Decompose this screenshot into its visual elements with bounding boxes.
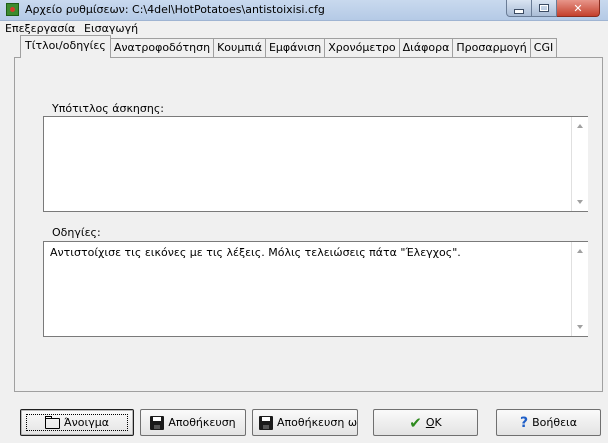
open-button[interactable]: Άνοιγμα	[20, 409, 134, 436]
tab-timer[interactable]: Χρονόμετρο	[325, 38, 400, 57]
tab-buttons[interactable]: Κουμπιά	[214, 38, 266, 57]
subtitle-label: Υπότιτλος άσκησης:	[52, 102, 165, 115]
menu-edit[interactable]: Επεξεργασία	[5, 22, 75, 35]
save-button[interactable]: Αποθήκευση	[140, 409, 246, 436]
tab-appearance[interactable]: Εμφάνιση	[265, 38, 326, 57]
window-controls: ✕	[506, 0, 600, 17]
save-button-label: Αποθήκευση	[168, 416, 236, 429]
tab-titles-instructions[interactable]: Τίτλοι/οδηγίες	[20, 35, 111, 58]
open-button-label: Άνοιγμα	[64, 416, 109, 429]
close-icon: ✕	[573, 1, 583, 15]
instructions-scrollbar[interactable]	[571, 242, 588, 336]
maximize-button[interactable]	[532, 0, 557, 17]
subtitle-textarea[interactable]	[43, 116, 588, 212]
help-button-label: Βοήθεια	[532, 416, 578, 429]
scroll-up-icon[interactable]	[577, 249, 583, 253]
minimize-button[interactable]	[506, 0, 532, 17]
tab-customize[interactable]: Προσαρμογή	[453, 38, 531, 57]
title-bar[interactable]: Αρχείο ρυθμίσεων: C:\4del\HotPotatoes\an…	[0, 0, 608, 21]
menu-insert[interactable]: Εισαγωγή	[84, 22, 138, 35]
tab-cgi[interactable]: CGI	[530, 38, 558, 57]
scroll-down-icon[interactable]	[577, 200, 583, 204]
ok-button[interactable]: ✔ OK	[373, 409, 478, 436]
maximize-icon	[539, 4, 549, 12]
save-as-button-label: Αποθήκευση ως	[277, 416, 358, 429]
tab-other[interactable]: Διάφορα	[399, 38, 454, 57]
floppy-disk-save-as-icon	[259, 415, 273, 430]
help-button[interactable]: ? Βοήθεια	[496, 409, 601, 436]
ok-button-label: OK	[425, 416, 442, 429]
minimize-icon	[514, 8, 524, 14]
save-as-button[interactable]: Αποθήκευση ως	[252, 409, 358, 436]
tab-panel: Υπότιτλος άσκησης: Οδηγίες: Αντιστοίχισε…	[14, 57, 603, 392]
hotpotatoes-app-icon[interactable]	[6, 3, 19, 16]
question-mark-icon: ?	[519, 414, 529, 431]
close-button[interactable]: ✕	[557, 0, 600, 17]
folder-open-icon	[45, 415, 60, 429]
subtitle-scrollbar[interactable]	[571, 117, 588, 211]
scroll-up-icon[interactable]	[577, 124, 583, 128]
floppy-disk-icon	[150, 415, 165, 430]
tab-feedback[interactable]: Ανατροφοδότηση	[110, 38, 215, 57]
scroll-down-icon[interactable]	[577, 325, 583, 329]
tab-strip: Τίτλοι/οδηγίες Ανατροφοδότηση Κουμπιά Εμ…	[20, 35, 558, 58]
instructions-label: Οδηγίες:	[52, 226, 101, 239]
window-title: Αρχείο ρυθμίσεων: C:\4del\HotPotatoes\an…	[25, 3, 325, 16]
checkmark-icon: ✔	[409, 413, 422, 432]
instructions-textarea[interactable]: Αντιστοίχισε τις εικόνες με τις λέξεις. …	[43, 241, 588, 337]
